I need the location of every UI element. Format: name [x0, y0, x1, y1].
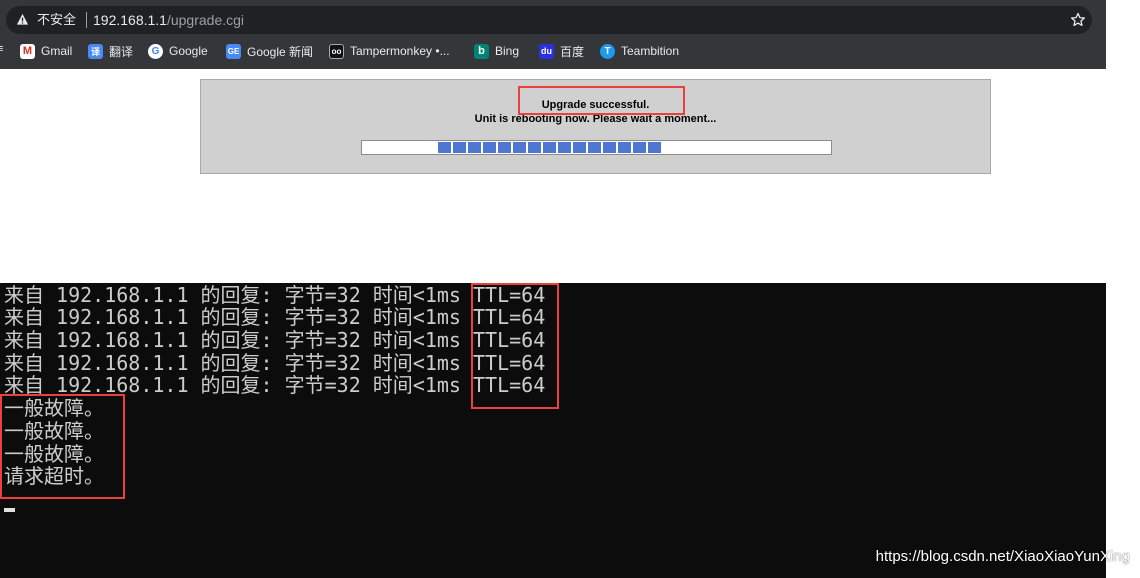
baidu-icon: du	[539, 43, 554, 59]
progress-segment	[453, 142, 466, 153]
annotation-highlight-errors	[0, 394, 125, 499]
bookmark-label: Tampermonkey •...	[350, 44, 450, 58]
progress-fill	[438, 142, 661, 153]
bookmark-gmail[interactable]: M Gmail	[20, 40, 72, 62]
watermark: https://blog.csdn.net/XiaoXiaoYunXing	[875, 548, 1130, 565]
divider	[86, 12, 87, 28]
progress-segment	[528, 142, 541, 153]
bookmark-label: Google 新闻	[247, 44, 314, 59]
terminal-line: 来自 192.168.1.1 的回复: 字节=32 时间<1ms TTL=64	[4, 350, 546, 375]
progress-segment	[438, 142, 451, 153]
terminal-line: 来自 192.168.1.1 的回复: 字节=32 时间<1ms TTL=64	[4, 305, 546, 330]
bookmark-label: Teambition	[621, 44, 680, 58]
progress-bar	[361, 140, 832, 155]
progress-segment	[543, 142, 556, 153]
bookmark-label: 百度	[560, 44, 585, 59]
google-news-icon: GE	[226, 43, 241, 59]
progress-segment	[468, 142, 481, 153]
translate-icon: 译	[88, 43, 103, 59]
star-icon[interactable]	[1070, 12, 1086, 28]
bookmark-bing[interactable]: b Bing	[474, 40, 519, 62]
bookmark-tampermonkey[interactable]: oo Tampermonkey •...	[329, 40, 450, 62]
annotation-highlight-success	[518, 86, 685, 115]
progress-segment	[588, 142, 601, 153]
url-path: /upgrade.cgi	[166, 12, 245, 28]
bookmark-baidu[interactable]: du 百度	[539, 40, 584, 62]
bookmark-teambition[interactable]: T Teambition	[600, 40, 679, 62]
progress-segment	[633, 142, 646, 153]
bookmarks-bar: ≡ M Gmail 译 翻译 G Google GE Google 新闻 oo …	[0, 40, 1106, 62]
url-text[interactable]: 192.168.1.1/upgrade.cgi	[93, 11, 244, 29]
terminal-line: 来自 192.168.1.1 的回复: 字节=32 时间<1ms TTL=64	[4, 328, 546, 353]
progress-segment	[618, 142, 631, 153]
bookmark-label: Gmail	[41, 44, 73, 58]
bookmark-translate[interactable]: 译 翻译	[88, 40, 133, 62]
bing-icon: b	[474, 43, 489, 59]
progress-segment	[603, 142, 616, 153]
terminal-line: 来自 192.168.1.1 的回复: 字节=32 时间<1ms TTL=64	[4, 283, 546, 307]
progress-segment	[498, 142, 511, 153]
terminal-cursor	[4, 508, 15, 512]
bookmark-label: Google	[169, 44, 208, 58]
teambition-icon: T	[600, 43, 615, 59]
tampermonkey-icon: oo	[329, 43, 344, 59]
gmail-icon: M	[20, 43, 35, 59]
progress-segment	[513, 142, 526, 153]
annotation-highlight-ttl	[471, 283, 559, 409]
bookmark-label: Bing	[495, 44, 520, 58]
progress-segment	[648, 142, 661, 153]
bookmark-google-news[interactable]: GE Google 新闻	[226, 40, 313, 62]
security-label[interactable]: 不安全	[37, 12, 76, 28]
url-host: 192.168.1.1	[93, 12, 167, 28]
progress-segment	[483, 142, 496, 153]
browser-chrome: 不安全 192.168.1.1/upgrade.cgi ≡ M Gmail 译 …	[0, 0, 1106, 69]
address-bar[interactable]: 不安全 192.168.1.1/upgrade.cgi	[6, 6, 1092, 34]
google-icon: G	[148, 43, 163, 59]
progress-segment	[558, 142, 571, 153]
bookmark-google[interactable]: G Google	[148, 40, 208, 62]
bookmark-label: 翻译	[109, 44, 134, 59]
bookmark-clipped[interactable]: ≡	[0, 43, 5, 59]
warning-icon[interactable]	[16, 13, 29, 26]
progress-segment	[573, 142, 586, 153]
